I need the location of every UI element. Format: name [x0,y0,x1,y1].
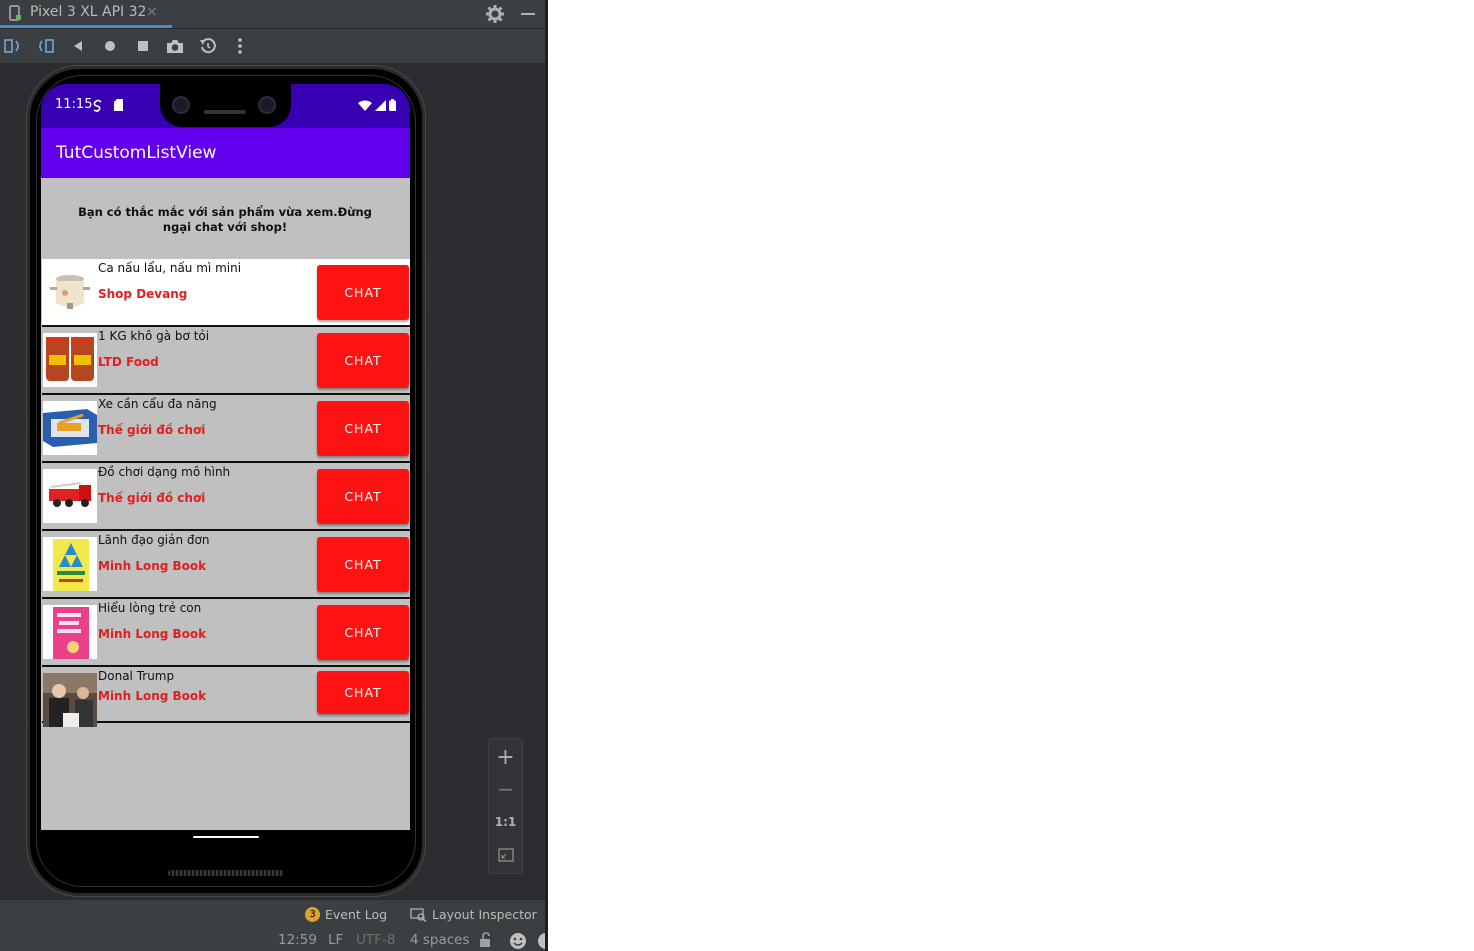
product-name: Hiểu lòng trẻ con [98,601,202,615]
battery-icon [389,99,396,111]
chat-button[interactable]: CHAT [317,671,409,714]
chat-button[interactable]: CHAT [317,333,409,388]
cellular-signal-icon [375,99,386,111]
product-thumbnail-pot [43,265,97,319]
event-log-button[interactable]: 3 Event Log [305,907,387,922]
zoom-out-button[interactable]: − [489,773,522,805]
more-options-icon[interactable] [229,35,251,57]
home-gesture-pill[interactable] [193,836,259,838]
phone-screen[interactable]: 11:15 TutCustomListView Bạn có thắc mắc … [41,84,410,840]
close-tab-icon[interactable]: × [146,4,158,20]
sync-icon [93,99,102,112]
layout-inspector-icon [410,907,427,922]
chat-button[interactable]: CHAT [317,401,409,456]
zoom-fit-screen-icon[interactable] [489,839,522,871]
help-header-text: Bạn có thắc mắc với sản phẩm vừa xem.Đừn… [78,205,372,234]
notifications-icon[interactable] [537,932,545,950]
status-time: 11:15 [55,97,93,112]
shop-name[interactable]: Minh Long Book [98,689,206,703]
chat-button[interactable]: CHAT [317,469,409,524]
front-camera-left [172,96,190,114]
product-name: 1 KG khô gà bơ tỏi [98,329,210,343]
shop-name[interactable]: Minh Long Book [98,627,206,641]
app-title: TutCustomListView [56,143,217,163]
chat-button[interactable]: CHAT [317,605,409,660]
product-name: Lãnh đạo giản đơn [98,533,210,547]
android-status-bar: 11:15 [41,84,410,128]
list-item[interactable]: Đồ chơi dạng mô hình Thế giới đồ chơi CH… [42,463,410,531]
event-log-count-badge: 3 [305,907,320,922]
emulator-tab-bar: Pixel 3 XL API 32 × [0,0,545,29]
product-list[interactable]: Ca nấu lẩu, nấu mì mini Shop Devang CHAT [42,259,410,727]
gesture-navigation-bar [41,830,410,840]
home-icon[interactable] [99,35,121,57]
camera-notch [160,84,291,127]
sd-card-icon [114,99,123,111]
zoom-in-button[interactable]: + [489,741,522,773]
product-thumbnail-book-yellow [43,537,97,591]
list-item[interactable]: Donal Trump Minh Long Book CHAT [42,667,410,727]
shop-name[interactable]: LTD Food [98,355,159,369]
indent-setting[interactable]: 4 spaces [410,932,470,948]
zoom-controls: + − 1:1 [488,738,523,874]
list-item[interactable]: Hiểu lòng trẻ con Minh Long Book CHAT [42,599,410,667]
zoom-actual-size-button[interactable]: 1:1 [489,806,522,838]
file-encoding[interactable]: UTF-8 [356,932,395,948]
unlock-icon[interactable] [479,932,493,948]
app-bar: TutCustomListView [41,128,410,178]
chat-button[interactable]: CHAT [317,265,409,320]
snapshot-restore-icon[interactable] [197,35,219,57]
phone-bottom-speaker [168,870,284,876]
screenshot-camera-icon[interactable] [164,35,186,57]
product-thumbnail-fire-truck [43,469,97,523]
back-icon[interactable] [67,35,89,57]
line-separator[interactable]: LF [328,932,343,948]
device-tab-title: Pixel 3 XL API 32 [30,4,147,20]
power-button[interactable] [427,262,430,310]
product-thumbnail-crane [43,401,97,455]
product-name: Đồ chơi dạng mô hình [98,465,231,479]
layout-inspector-label: Layout Inspector [432,907,537,922]
main-content: Bạn có thắc mắc với sản phẩm vừa xem.Đừn… [41,178,410,830]
feedback-smiley-icon[interactable] [509,932,527,950]
product-name: Xe cần cẩu đa năng [98,397,217,411]
minimize-icon[interactable] [517,3,539,25]
event-log-label: Event Log [325,907,388,922]
list-item[interactable]: 1 KG khô gà bơ tỏi LTD Food CHAT [42,327,410,395]
front-camera-right [258,96,276,114]
caret-position[interactable]: 12:59 [278,932,317,948]
overview-icon[interactable] [132,35,154,57]
volume-buttons[interactable] [427,366,430,468]
chat-button[interactable]: CHAT [317,537,409,592]
device-icon [9,5,21,21]
shop-name[interactable]: Thế giới đồ chơi [98,423,205,437]
list-item[interactable]: Ca nấu lẩu, nấu mì mini Shop Devang CHAT [42,259,410,327]
list-item[interactable]: Lãnh đạo giản đơn Minh Long Book CHAT [42,531,410,599]
emulator-toolbar [0,29,545,63]
shop-name[interactable]: Thế giới đồ chơi [98,491,205,505]
product-name: Ca nấu lẩu, nấu mì mini [98,261,242,275]
settings-gear-icon[interactable] [484,3,506,25]
active-tab-indicator [0,25,172,28]
shop-name[interactable]: Shop Devang [98,287,187,301]
android-studio-emulator-panel: Pixel 3 XL API 32 × 11:15 TutCustomListV… [0,0,548,951]
list-item[interactable]: Xe cần cẩu đa năng Thế giới đồ chơi CHAT [42,395,410,463]
rotate-right-icon[interactable] [34,35,56,57]
product-thumbnail-book-pink [43,605,97,659]
product-thumbnail-jars [43,333,97,387]
wifi-icon [358,100,372,111]
device-tab[interactable]: Pixel 3 XL API 32 × [0,0,172,28]
layout-inspector-button[interactable]: Layout Inspector [410,907,537,922]
product-thumbnail-photo [43,673,97,727]
status-icons [358,99,396,111]
product-name: Donal Trump [98,669,175,683]
rotate-left-icon[interactable] [2,35,24,57]
shop-name[interactable]: Minh Long Book [98,559,206,573]
